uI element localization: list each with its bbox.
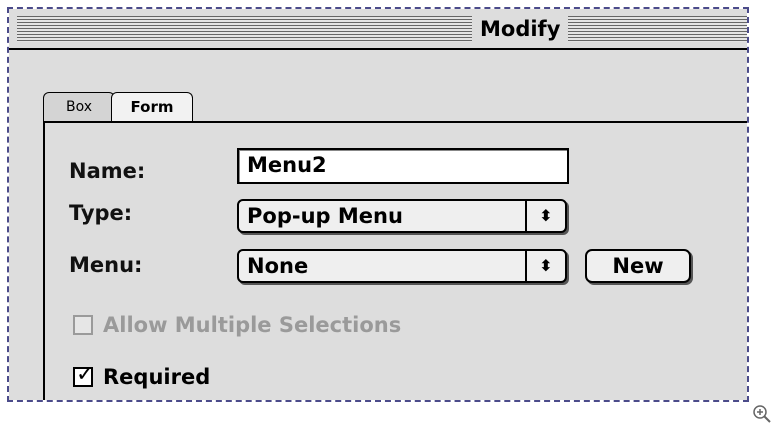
check-mark-icon: ✓	[76, 362, 95, 387]
new-button[interactable]: New	[585, 249, 691, 283]
zoom-in-icon[interactable]	[752, 404, 772, 424]
tab-box[interactable]: Box	[43, 92, 115, 122]
type-label: Type:	[69, 201, 133, 225]
tab-panel-left-border	[43, 121, 45, 400]
required-label: Required	[103, 365, 211, 389]
up-down-arrows-icon: ⬍	[525, 201, 565, 231]
name-label: Name:	[69, 159, 146, 183]
menu-popup-value: None	[247, 254, 309, 278]
window-title: Modify	[472, 13, 569, 45]
name-field[interactable]: Menu2	[237, 148, 569, 184]
up-down-arrows-icon: ⬍	[525, 251, 565, 281]
type-popup-value: Pop-up Menu	[247, 204, 403, 228]
allow-multiple-selections-label: Allow Multiple Selections	[103, 313, 402, 337]
tab-form[interactable]: Form	[111, 92, 193, 122]
title-bar-stripes	[17, 16, 747, 42]
checkbox-box: ✓	[73, 362, 94, 387]
required-checkbox[interactable]: ✓ Required	[73, 362, 211, 389]
menu-popup-menu[interactable]: None ⬍	[237, 249, 567, 283]
menu-label: Menu:	[69, 253, 143, 277]
title-bar[interactable]: Modify	[9, 9, 747, 50]
modify-dialog: Modify Box Form Name: Menu2 Type: Pop-up…	[9, 9, 747, 400]
checkbox-box	[73, 315, 93, 335]
allow-multiple-selections-checkbox[interactable]: Allow Multiple Selections	[73, 313, 401, 337]
tab-panel-border	[43, 121, 747, 123]
type-popup-menu[interactable]: Pop-up Menu ⬍	[237, 199, 567, 233]
